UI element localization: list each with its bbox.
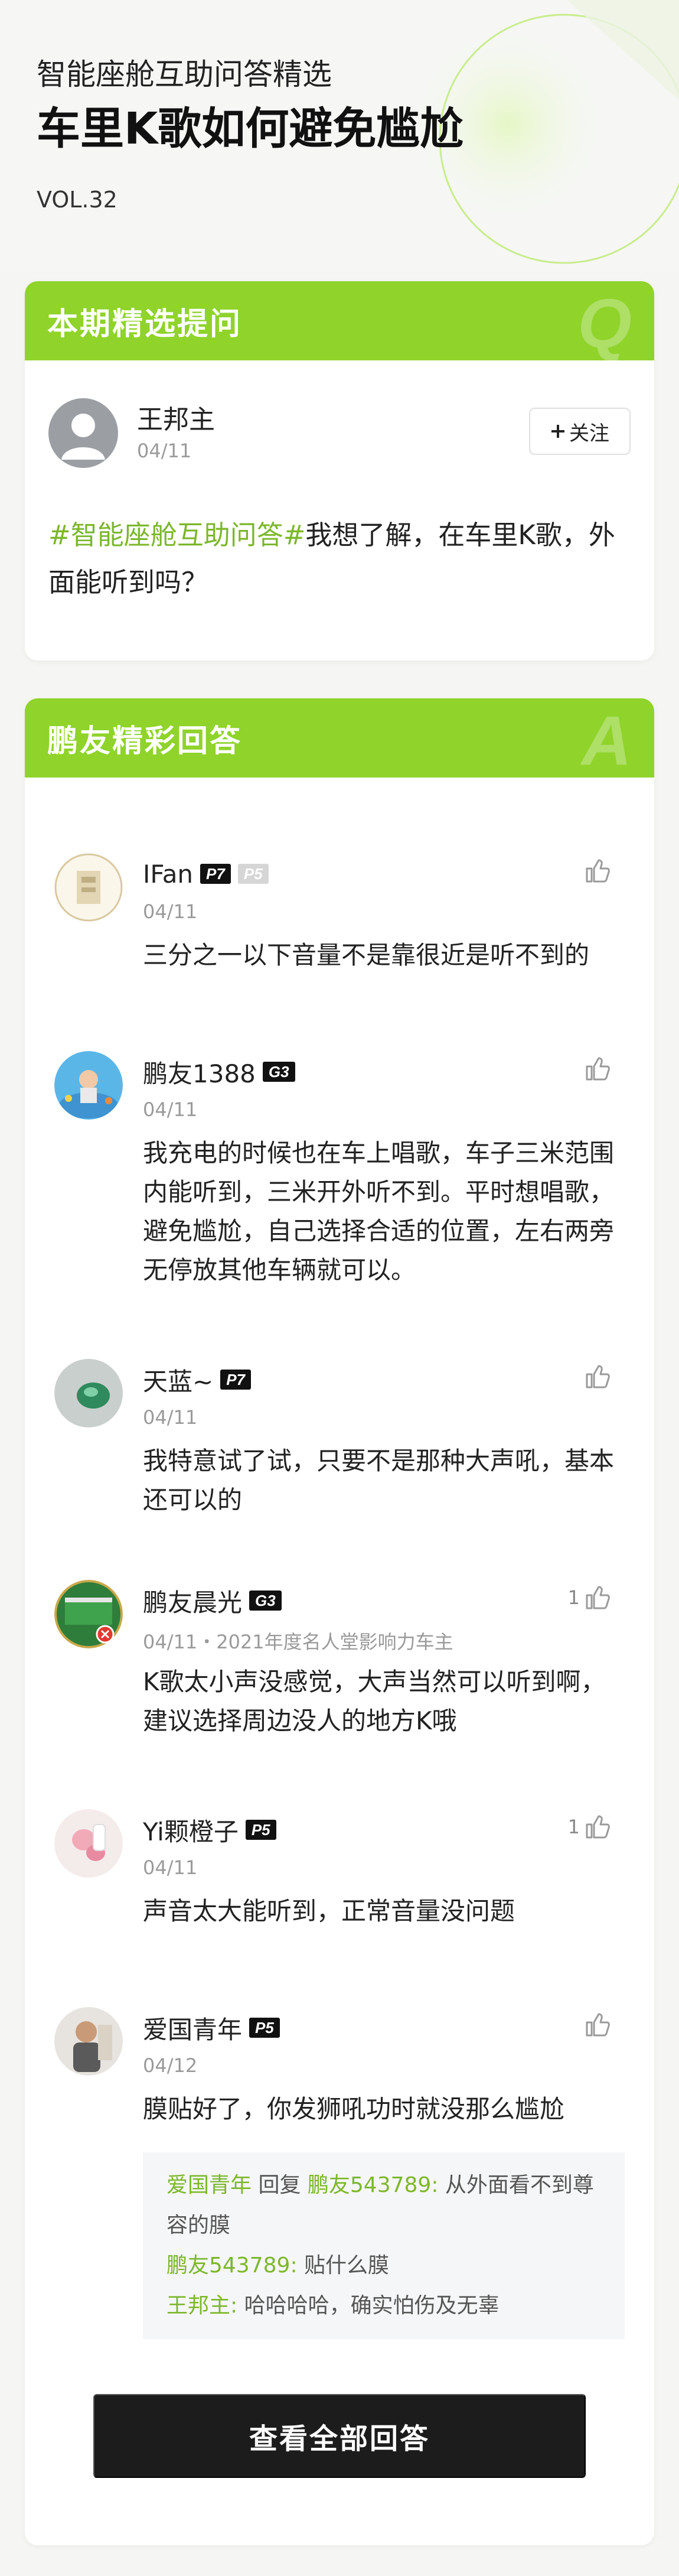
view-all-answers-button[interactable]: 查看全部回答	[93, 2394, 586, 2478]
answer-item: Yi颗橙子 P5 04/11 声音太大能听到，正常音量没问题 1	[25, 1809, 654, 1945]
default-avatar-icon	[61, 414, 105, 460]
avatar-image	[54, 1359, 123, 1427]
like-count: 1	[567, 1816, 580, 1838]
thumbs-up-icon	[586, 1057, 610, 1081]
question-card: 本期精选提问 Q 王邦主 04/11 关注 #智能座舱互助问答#我想了解，在车里…	[25, 281, 654, 661]
answer-item: 爱国青年 P5 04/12 膜贴好了，你发狮吼功时就没那么尴尬 爱国青年 回复 …	[25, 2007, 654, 2362]
answer-text: 三分之一以下音量不是靠很近是听不到的	[143, 941, 590, 970]
question-card-title: 本期精选提问	[47, 306, 243, 342]
thumbs-up-icon	[586, 2013, 610, 2037]
reply-author[interactable]: 爱国青年	[167, 2173, 252, 2197]
reply-item: 王邦主: 哈哈哈哈，确实怕伤及无辜	[167, 2286, 601, 2326]
level-badge: G3	[249, 1591, 282, 1611]
answer-date: 04/11・2021年度名人堂影响力车主	[143, 1631, 453, 1653]
answer-item: 鹏友晨光 G3 04/11・2021年度名人堂影响力车主 K歌太小声没感觉，大声…	[25, 1580, 654, 1745]
reply-author[interactable]: 王邦主	[167, 2294, 230, 2318]
level-badge: P5	[237, 864, 269, 884]
avatar-image	[54, 1051, 123, 1120]
answerer-name[interactable]: 天蓝~	[143, 1362, 213, 1398]
answer-item: 天蓝~ P7 04/11 我特意试了试，只要不是那种大声吼，基本还可以的	[25, 1359, 654, 1514]
answer-date: 04/11	[143, 1098, 198, 1121]
avatar[interactable]	[48, 398, 118, 468]
level-badge: P5	[245, 1820, 276, 1840]
answer-text: 我充电的时候也在车上唱歌，车子三米范围内能听到，三米开外听不到。平时想唱歌，避免…	[143, 1139, 615, 1284]
question-card-header: 本期精选提问 Q	[25, 281, 654, 363]
avatar[interactable]	[54, 853, 123, 922]
avatar[interactable]	[54, 1359, 123, 1427]
reply-item: 鹏友543789: 贴什么膜	[167, 2246, 601, 2286]
answer-text: 膜贴好了，你发狮吼功时就没那么尴尬	[143, 2094, 565, 2123]
level-badge: P5	[249, 2018, 280, 2038]
reply-item: 爱国青年 回复 鹏友543789: 从外面看不到尊容的膜	[167, 2165, 601, 2246]
avatar-image	[54, 2007, 123, 2076]
reply-colon: :	[230, 2294, 244, 2318]
volume-label: VOL.32	[37, 187, 117, 213]
reply-author[interactable]: 鹏友543789	[167, 2253, 290, 2278]
answer-item: 鹏友1388 G3 04/11 我充电的时候也在车上唱歌，车子三米范围内能听到，…	[25, 1051, 654, 1299]
answerer-name[interactable]: 鹏友晨光	[143, 1583, 242, 1619]
like-button[interactable]: 1	[568, 1813, 612, 1841]
topic-tag[interactable]: #智能座舱互助问答#	[48, 519, 305, 551]
like-button[interactable]	[580, 2011, 612, 2039]
q-letter-icon: Q	[577, 285, 632, 363]
answer-card-header: 鹏友精彩回答 A	[25, 698, 654, 780]
reply-verb: 回复	[252, 2173, 308, 2197]
answer-date: 04/11	[143, 1856, 198, 1879]
like-button[interactable]	[580, 1362, 612, 1391]
page-kicker: 智能座舱互助问答精选	[37, 57, 332, 92]
answerer-name[interactable]: Yi颗橙子	[143, 1812, 239, 1848]
question-date: 04/11	[137, 440, 192, 462]
thumbs-up-icon	[586, 1365, 610, 1388]
answer-date: 04/12	[143, 2054, 198, 2077]
answer-item: IFan P7 P5 04/11 三分之一以下音量不是靠很近是听不到的	[25, 853, 654, 983]
follow-label: 关注	[569, 421, 609, 445]
avatar[interactable]	[54, 1580, 123, 1648]
avatar[interactable]	[54, 1051, 123, 1120]
page-title: 车里K歌如何避免尴尬	[37, 103, 464, 154]
answer-card-title: 鹏友精彩回答	[47, 723, 243, 759]
level-badge: P7	[220, 1370, 252, 1390]
thumbs-up-icon	[586, 1586, 610, 1609]
reply-target[interactable]: 鹏友543789	[308, 2173, 431, 2197]
answerer-name[interactable]: IFan	[143, 860, 193, 889]
level-badge: G3	[262, 1062, 295, 1082]
question-text: #智能座舱互助问答#我想了解，在车里K歌，外面能听到吗？	[48, 512, 633, 606]
reply-text: 贴什么膜	[304, 2253, 390, 2278]
like-button[interactable]: 1	[568, 1583, 612, 1612]
answer-text: 我特意试了试，只要不是那种大声吼，基本还可以的	[143, 1446, 615, 1514]
answer-date: 04/11	[143, 1406, 198, 1429]
reply-colon: :	[290, 2253, 305, 2278]
follow-button[interactable]: 关注	[529, 408, 631, 455]
reply-thread: 爱国青年 回复 鹏友543789: 从外面看不到尊容的膜 鹏友543789: 贴…	[143, 2152, 625, 2339]
level-badge: P7	[200, 864, 231, 884]
answerer-name[interactable]: 鹏友1388	[143, 1054, 256, 1090]
avatar-image	[54, 853, 123, 922]
answer-card: 鹏友精彩回答 A IFan P7 P5 04/11 三分之一以下音量不是靠很近是…	[25, 698, 654, 2545]
avatar-image	[54, 1580, 123, 1648]
thumbs-up-icon	[586, 1815, 610, 1839]
a-letter-icon: A	[581, 702, 632, 780]
answer-text: 声音太大能听到，正常音量没问题	[143, 1897, 515, 1926]
answerer-name[interactable]: 爱国青年	[143, 2010, 242, 2046]
reply-colon: :	[431, 2173, 445, 2197]
reply-text: 哈哈哈哈，确实怕伤及无辜	[244, 2294, 500, 2318]
avatar[interactable]	[54, 1809, 123, 1878]
answer-date: 04/11	[143, 900, 198, 923]
answer-text: K歌太小声没感觉，大声当然可以听到啊，建议选择周边没人的地方K哦	[143, 1667, 606, 1735]
avatar[interactable]	[54, 2007, 123, 2076]
asker-name[interactable]: 王邦主	[137, 398, 215, 436]
avatar-image	[54, 1809, 123, 1878]
like-count: 1	[567, 1586, 580, 1609]
thumbs-up-icon	[586, 859, 610, 883]
like-button[interactable]	[580, 857, 612, 885]
like-button[interactable]	[580, 1055, 612, 1083]
plus-icon	[551, 425, 564, 438]
